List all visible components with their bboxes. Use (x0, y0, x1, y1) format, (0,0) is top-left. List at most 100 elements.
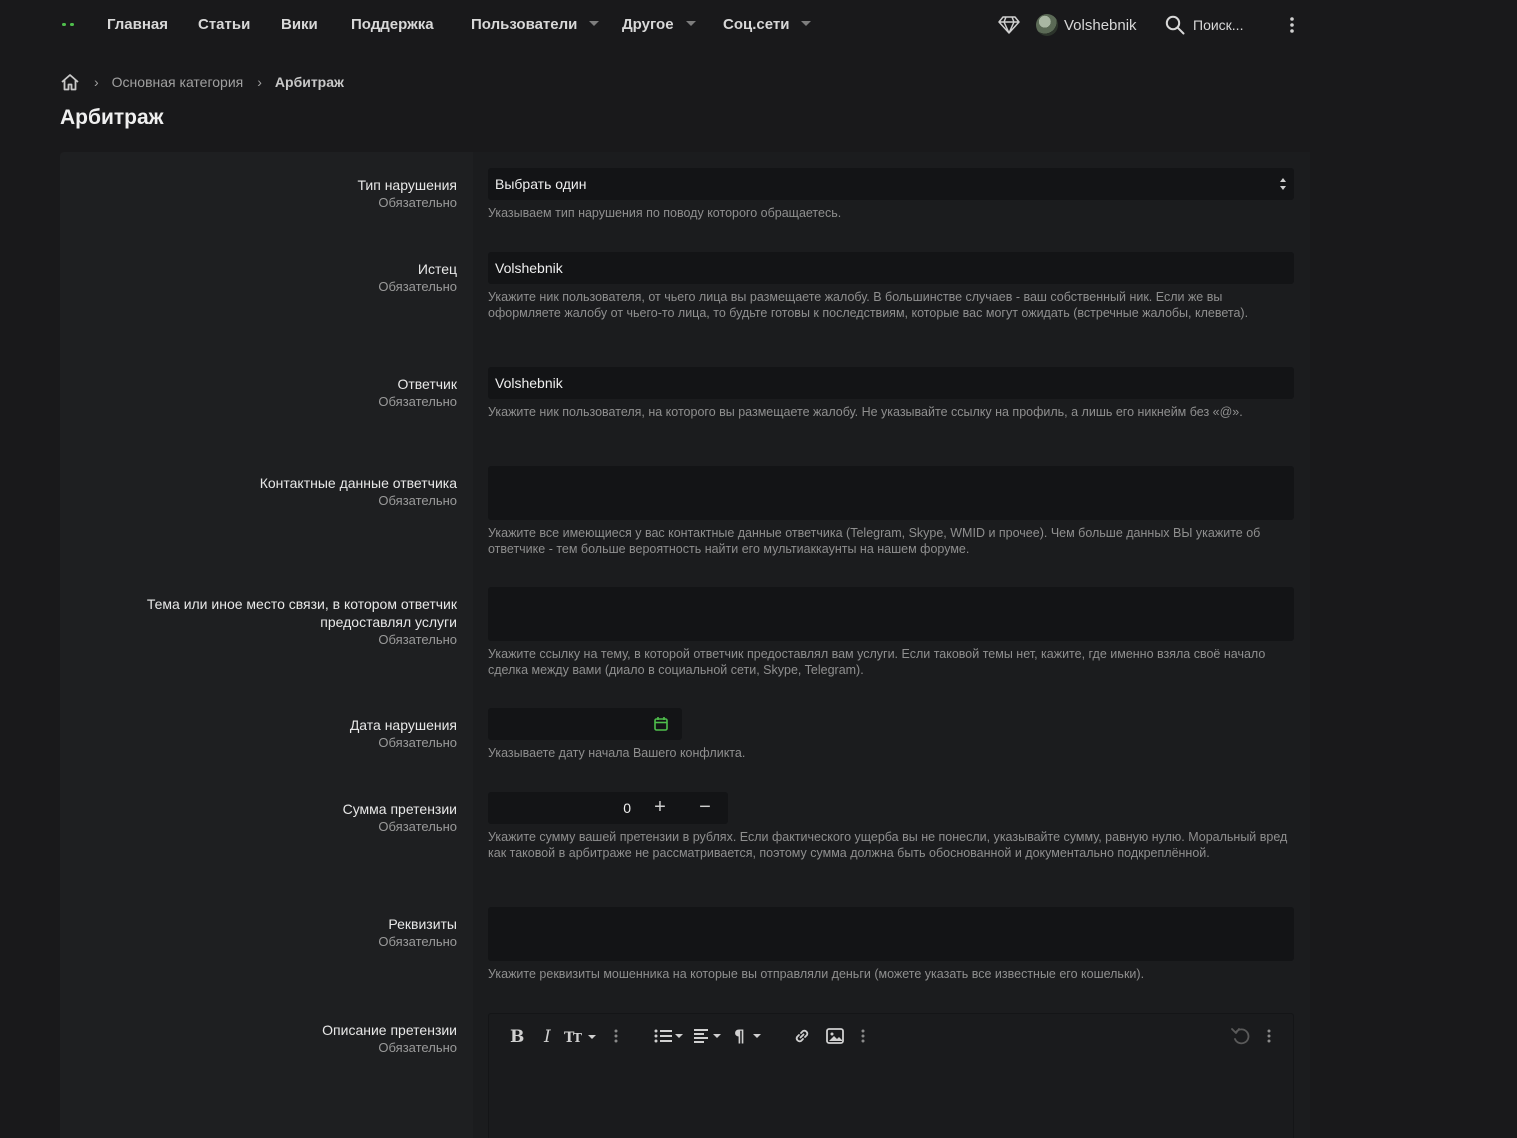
field-label: Контактные данные ответчика Обязательно (260, 474, 457, 509)
chevron-right-icon: › (94, 74, 99, 90)
undo-icon[interactable] (1231, 1027, 1251, 1045)
decrement-button[interactable]: − (693, 796, 717, 820)
field-label: Тема или иное место связи, в котором отв… (147, 595, 457, 648)
paragraph-icon[interactable]: ¶ (734, 1027, 764, 1045)
field-hint: Указываете дату начала Вашего конфликта. (488, 746, 746, 760)
field-label: Дата нарушения Обязательно (350, 716, 457, 751)
label-text: Истец (417, 261, 457, 277)
breadcrumb: › Основная категория › Арбитраж (60, 73, 344, 91)
page-title: Арбитраж (60, 106, 164, 129)
nav-item-label: Пользователи (471, 16, 578, 33)
site-logo[interactable] (60, 19, 76, 29)
username: Volshebnik (1064, 16, 1137, 34)
nav-item-home[interactable]: Главная (107, 16, 168, 33)
label-text: Ответчик (397, 376, 457, 392)
svg-text:T: T (573, 1031, 582, 1045)
input-value: Volshebnik (495, 260, 563, 276)
bold-icon[interactable]: B (509, 1027, 525, 1045)
input-value: Volshebnik (495, 375, 563, 391)
link-icon[interactable] (793, 1027, 811, 1045)
field-hint: Укажите все имеющиеся у вас контактные д… (488, 526, 1261, 556)
required-note: Обязательно (378, 279, 457, 294)
search-label: Поиск... (1193, 17, 1244, 33)
more-vertical-icon[interactable] (860, 1028, 866, 1044)
label-text: Тема или иное место связи, в котором отв… (146, 596, 457, 612)
nav-item-support[interactable]: Поддержка (351, 16, 434, 33)
field-hint: Укажите реквизиты мошенника на которые в… (488, 967, 1145, 981)
home-icon[interactable] (60, 73, 80, 91)
image-icon[interactable] (826, 1028, 844, 1044)
nav-item-users[interactable]: Пользователи (471, 16, 600, 33)
field-label: Описание претензии Обязательно (322, 1021, 457, 1056)
list-icon[interactable] (654, 1028, 684, 1044)
nav-item-label: Вики (281, 16, 318, 33)
claim-description-editor[interactable] (488, 1013, 1294, 1138)
breadcrumb-item-category[interactable]: Основная категория (112, 74, 244, 90)
user-menu[interactable]: Volshebnik (1036, 0, 1137, 50)
breadcrumb-item-current[interactable]: Арбитраж (275, 74, 344, 90)
premium-button[interactable] (998, 0, 1020, 50)
required-note: Обязательно (378, 1040, 457, 1055)
search-button[interactable]: Поиск... (1165, 0, 1243, 50)
field-hint: Укажите ник пользователя, от чьего лица … (488, 290, 1249, 320)
diamond-icon (998, 16, 1020, 34)
more-vertical-icon[interactable] (613, 1028, 619, 1044)
field-hint: Укажите ник пользователя, на которого вы… (488, 405, 1243, 419)
italic-icon[interactable]: I (542, 1027, 556, 1045)
svg-text:¶: ¶ (734, 1027, 745, 1045)
required-note: Обязательно (378, 735, 457, 750)
more-vertical-icon[interactable] (1266, 1028, 1272, 1044)
text-size-icon[interactable]: TT (564, 1027, 598, 1045)
label-text: Реквизиты (388, 916, 457, 932)
select-value: Выбрать один (495, 176, 587, 192)
align-icon[interactable] (694, 1028, 724, 1044)
select-arrows-icon (1280, 178, 1286, 190)
label-text: Сумма претензии (342, 801, 457, 817)
label-text: Описание претензии (322, 1022, 457, 1038)
contact-topic-textarea[interactable] (488, 587, 1294, 641)
label-text: Контактные данные ответчика (259, 475, 457, 491)
svg-text:I: I (543, 1027, 551, 1045)
nav-item-social[interactable]: Соц.сети (723, 16, 812, 33)
defendant-contacts-textarea[interactable] (488, 466, 1294, 520)
claim-amount-stepper[interactable]: 0 + − (488, 792, 728, 824)
nav-item-wiki[interactable]: Вики (281, 16, 318, 33)
stepper-value[interactable]: 0 (623, 800, 631, 816)
field-hint: Указываем тип нарушения по поводу которо… (488, 206, 842, 220)
requisites-textarea[interactable] (488, 907, 1294, 961)
nav-item-other[interactable]: Другое (622, 16, 696, 33)
field-label: Истец Обязательно (378, 260, 457, 295)
violation-type-select[interactable]: Выбрать один (488, 168, 1294, 200)
chevron-down-icon[interactable] (685, 21, 696, 26)
field-label: Реквизиты Обязательно (378, 915, 457, 950)
label-text: Дата нарушения (349, 717, 457, 733)
field-hint: Укажите сумму вашей претензии в рублях. … (488, 830, 1288, 860)
chevron-right-icon: › (257, 74, 262, 90)
plaintiff-input[interactable]: Volshebnik (488, 252, 1294, 284)
field-label: Сумма претензии Обязательно (343, 800, 457, 835)
required-note: Обязательно (378, 632, 457, 647)
nav-item-label: Главная (107, 16, 169, 33)
required-note: Обязательно (378, 934, 457, 949)
calendar-icon[interactable] (654, 716, 668, 731)
violation-date-input[interactable] (488, 708, 682, 740)
chevron-down-icon[interactable] (589, 21, 600, 26)
increment-button[interactable]: + (648, 796, 672, 820)
label-text: Тип нарушения (357, 177, 457, 193)
more-menu-button[interactable] (1289, 0, 1295, 50)
nav-item-label: Соц.сети (723, 16, 790, 33)
svg-text:B: B (510, 1027, 524, 1045)
label-text: предоставлял услуги (320, 614, 457, 630)
nav-item-label: Другое (622, 16, 674, 33)
nav-item-label: Статьи (198, 16, 251, 33)
defendant-input[interactable]: Volshebnik (488, 367, 1294, 399)
required-note: Обязательно (378, 195, 457, 210)
more-vertical-icon (1290, 17, 1294, 33)
field-label: Ответчик Обязательно (378, 375, 457, 410)
required-note: Обязательно (378, 819, 457, 834)
nav-item-articles[interactable]: Статьи (198, 16, 250, 33)
nav-item-label: Поддержка (351, 16, 434, 33)
chevron-down-icon[interactable] (801, 21, 812, 26)
required-note: Обязательно (378, 394, 457, 409)
field-label: Тип нарушения Обязательно (357, 176, 457, 211)
